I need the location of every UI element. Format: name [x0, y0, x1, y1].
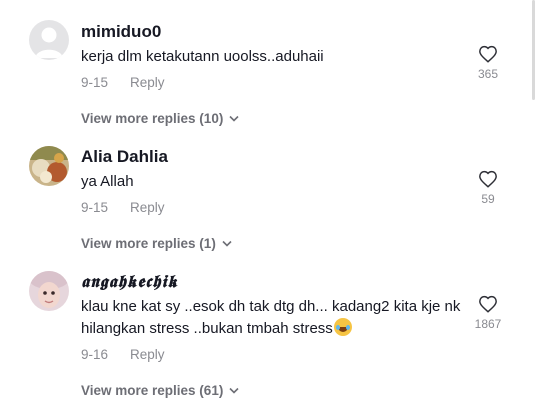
view-more-replies-button[interactable]: View more replies (10) — [81, 111, 239, 126]
view-more-replies-button[interactable]: View more replies (61) — [81, 383, 239, 398]
comment-text: klau kne kat sy ..esok dh tak dtg dh... … — [81, 296, 466, 340]
comment-text: ya Allah — [81, 173, 134, 190]
comment-text: kerja dlm ketakutann uoolss..aduhaii — [81, 48, 324, 65]
comment-meta: 9-16 Reply — [81, 347, 165, 362]
photo-avatar-icon — [29, 146, 69, 186]
laughing-tears-emoji — [333, 318, 352, 336]
comment-username[interactable]: Alia Dahlia — [81, 147, 168, 167]
like-count: 59 — [481, 192, 495, 206]
heart-icon[interactable] — [478, 45, 498, 63]
heart-icon[interactable] — [478, 170, 498, 188]
view-more-replies-button[interactable]: View more replies (1) — [81, 236, 232, 251]
avatar[interactable] — [29, 271, 69, 311]
comment-meta: 9-15 Reply — [81, 75, 165, 90]
heart-icon[interactable] — [478, 295, 498, 313]
photo-avatar-icon — [29, 271, 69, 311]
comment-date: 9-15 — [81, 200, 109, 215]
avatar[interactable] — [29, 146, 69, 186]
comment-date: 9-16 — [81, 347, 109, 362]
like-count: 365 — [477, 67, 499, 81]
default-avatar-icon — [29, 20, 69, 60]
comment-username[interactable]: 𝖆𝖓𝖌𝖆𝖍𝖐𝖊𝖈𝖍𝖎𝖐 — [81, 272, 178, 292]
like-group: 1867 — [470, 295, 506, 331]
view-more-replies-label: View more replies (1) — [81, 236, 216, 251]
view-more-replies-label: View more replies (61) — [81, 383, 224, 398]
avatar[interactable] — [29, 20, 69, 60]
comment-meta: 9-15 Reply — [81, 200, 165, 215]
like-count: 1867 — [474, 317, 502, 331]
reply-button[interactable]: Reply — [130, 200, 165, 215]
chevron-down-icon — [229, 115, 239, 122]
reply-button[interactable]: Reply — [130, 75, 165, 90]
like-group: 365 — [470, 45, 506, 81]
view-more-replies-label: View more replies (10) — [81, 111, 224, 126]
comment-text-content: klau kne kat sy ..esok dh tak dtg dh... … — [81, 298, 461, 337]
comment-date: 9-15 — [81, 75, 109, 90]
comment-username[interactable]: mimiduo0 — [81, 22, 161, 42]
like-group: 59 — [470, 170, 506, 206]
chevron-down-icon — [222, 240, 232, 247]
reply-button[interactable]: Reply — [130, 347, 165, 362]
chevron-down-icon — [229, 387, 239, 394]
scrollbar[interactable] — [532, 0, 535, 100]
